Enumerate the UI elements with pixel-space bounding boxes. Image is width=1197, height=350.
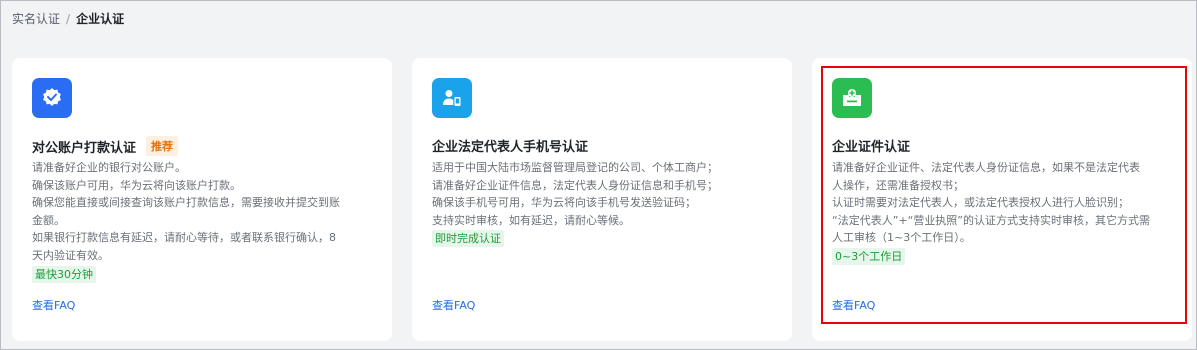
desc-line: 如果银行打款信息有延迟，请耐心等待，或者联系银行确认，8 bbox=[32, 231, 336, 245]
duration-tag: 即时完成认证 bbox=[432, 230, 504, 248]
recommended-badge: 推荐 bbox=[146, 136, 179, 156]
duration-tag: 最快30分钟 bbox=[32, 265, 96, 283]
desc-line: 人工审核（1~3个工作日）。 bbox=[832, 231, 971, 245]
card-title: 对公账户打款认证 bbox=[32, 140, 137, 156]
desc-line: 请准备好企业的银行对公账户。 bbox=[32, 161, 186, 174]
desc-line: 金额。 bbox=[32, 213, 65, 227]
desc-line: 适用于中国大陆市场监督管理局登记的公司、个体工商户； bbox=[432, 161, 718, 174]
faq-link[interactable]: 查看FAQ bbox=[32, 297, 75, 313]
desc-line: 请准备好企业证件、法定代表人身份证信息，如果不是法定代表 bbox=[832, 161, 1140, 174]
card-enterprise-certificate[interactable]: 企业证件认证 请准备好企业证件、法定代表人身份证信息，如果不是法定代表 人操作，… bbox=[812, 58, 1192, 341]
card-corporate-account[interactable]: 对公账户打款认证 推荐 请准备好企业的银行对公账户。 确保该账户可用，华为云将向… bbox=[12, 58, 392, 341]
desc-line: 确保该账户可用，华为云将向该账户打款。 bbox=[32, 178, 241, 192]
verified-badge-icon bbox=[32, 78, 72, 118]
certificate-icon bbox=[832, 78, 872, 118]
card-title: 企业法定代表人手机号认证 bbox=[432, 140, 589, 155]
card-legal-rep-phone[interactable]: 企业法定代表人手机号认证 适用于中国大陆市场监督管理局登记的公司、个体工商户； … bbox=[412, 58, 792, 341]
faq-link[interactable]: 查看FAQ bbox=[832, 297, 875, 313]
breadcrumb: 实名认证 / 企业认证 bbox=[12, 10, 124, 27]
desc-line: 确保该手机号可用，华为云将向该手机号发送验证码； bbox=[432, 196, 696, 210]
desc-line: 天内验证有效。 bbox=[32, 248, 109, 262]
person-phone-icon bbox=[432, 78, 472, 118]
desc-line: 请准备好企业证件信息，法定代表人身份证信息和手机号； bbox=[432, 178, 718, 192]
breadcrumb-separator: / bbox=[66, 11, 71, 26]
breadcrumb-item-current: 企业认证 bbox=[76, 12, 125, 26]
breadcrumb-item-real-name[interactable]: 实名认证 bbox=[12, 10, 60, 27]
desc-line: 人操作，还需准备授权书； bbox=[832, 178, 964, 192]
desc-line: “法定代表人”+“营业执照”的认证方式支持实时审核，其它方式需 bbox=[832, 213, 1151, 227]
desc-line: 支持实时审核，如有延迟，请耐心等候。 bbox=[432, 213, 630, 227]
page-frame: 实名认证 / 企业认证 对公账户打款认证 推荐 请准备好企业的银行对公账户。 确… bbox=[0, 0, 1197, 350]
card-description: 请准备好企业的银行对公账户。 确保该账户可用，华为云将向该账户打款。 确保您能直… bbox=[32, 159, 377, 283]
desc-line: 确保您能直接或间接查询该账户打款信息，需要接收并提交到账 bbox=[32, 196, 340, 210]
faq-link[interactable]: 查看FAQ bbox=[432, 297, 475, 313]
duration-tag: 0~3个工作日 bbox=[832, 247, 906, 265]
card-title: 企业证件认证 bbox=[832, 140, 911, 155]
card-description: 请准备好企业证件、法定代表人身份证信息，如果不是法定代表 人操作，还需准备授权书… bbox=[832, 159, 1177, 266]
desc-line: 认证时需要对法定代表人，或法定代表授权人进行人脸识别； bbox=[832, 196, 1129, 210]
card-description: 适用于中国大陆市场监督管理局登记的公司、个体工商户； 请准备好企业证件信息，法定… bbox=[432, 159, 777, 248]
